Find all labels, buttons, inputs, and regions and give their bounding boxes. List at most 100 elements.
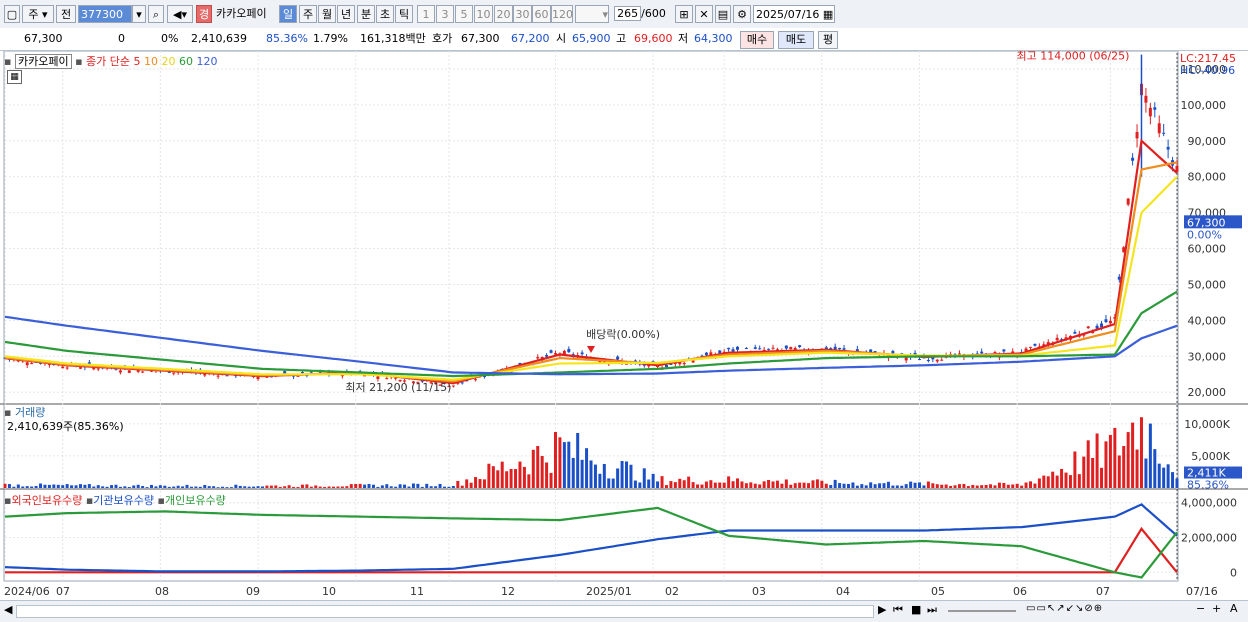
tool-icons[interactable]: ▭▭↖↗↙↘⊘⊕ bbox=[1026, 603, 1103, 614]
candle-body bbox=[891, 351, 895, 354]
legend-ma60[interactable]: 60 bbox=[179, 55, 193, 68]
volume-bar bbox=[642, 468, 646, 488]
volume-bar bbox=[407, 486, 411, 488]
save-icon[interactable]: ▤ bbox=[715, 5, 731, 23]
candle-body bbox=[736, 346, 739, 350]
interval-20[interactable]: 20 bbox=[494, 5, 513, 23]
volume-bar bbox=[709, 480, 713, 488]
quote-volume: 2,410,639 bbox=[191, 32, 247, 45]
scroll-track[interactable] bbox=[16, 605, 874, 618]
scroll-right-icon[interactable]: ▶ bbox=[878, 603, 886, 616]
buy-button[interactable]: 매수 bbox=[740, 31, 774, 49]
sell-button[interactable]: 매도 bbox=[778, 31, 814, 49]
draw-icon[interactable]: ✕ bbox=[695, 5, 713, 23]
forward-icon[interactable]: ⏭ bbox=[927, 603, 937, 617]
interval-dropdown-icon[interactable]: ▾ bbox=[575, 5, 609, 23]
x-tick-label: 07/16 bbox=[1186, 585, 1218, 598]
period-month[interactable]: 월 bbox=[318, 5, 336, 23]
interval-10[interactable]: 10 bbox=[474, 5, 493, 23]
code-dropdown-icon[interactable]: ▾ bbox=[132, 5, 146, 23]
volume-bar bbox=[629, 464, 633, 488]
date-input[interactable]: 2025/07/16 ▦ bbox=[753, 5, 835, 23]
candle-body bbox=[567, 348, 571, 353]
volume-bar bbox=[136, 484, 140, 488]
interval-30[interactable]: 30 bbox=[513, 5, 532, 23]
legend-ma10[interactable]: 10 bbox=[144, 55, 158, 68]
candle-body bbox=[980, 351, 984, 354]
zoom-in-icon[interactable]: + bbox=[1212, 602, 1221, 615]
volume-bar bbox=[398, 484, 402, 488]
volume-bar bbox=[345, 486, 349, 488]
zoom-slider[interactable] bbox=[948, 610, 1016, 612]
legend-ma-label[interactable]: 종가 단순 bbox=[86, 55, 130, 68]
interval-120[interactable]: 120 bbox=[551, 5, 573, 23]
volume-tag-pct: 85.36% bbox=[1187, 479, 1229, 492]
x-tick-label: 05 bbox=[931, 585, 945, 598]
candle-body bbox=[1055, 337, 1059, 341]
volume-bar bbox=[1020, 485, 1024, 488]
volume-bar bbox=[824, 483, 828, 488]
prev-button[interactable]: 전 bbox=[56, 5, 76, 23]
count-value: 265 bbox=[614, 6, 642, 21]
x-tick-label: 08 bbox=[155, 585, 169, 598]
volume-value: 2,410,639주(85.36%) bbox=[7, 420, 124, 433]
font-size-icon[interactable]: A bbox=[1230, 602, 1238, 615]
search-icon[interactable]: ⌕ bbox=[148, 5, 164, 23]
candle-body bbox=[1135, 132, 1139, 139]
period-tick[interactable]: 틱 bbox=[395, 5, 413, 23]
interval-60[interactable]: 60 bbox=[532, 5, 551, 23]
legend-individual[interactable]: 개인보유수량 bbox=[165, 494, 226, 507]
legend-stock[interactable]: 카카오페이 bbox=[14, 54, 72, 69]
period-minute[interactable]: 분 bbox=[357, 5, 375, 23]
volume-bar bbox=[1162, 467, 1166, 488]
volume-bar bbox=[593, 464, 597, 488]
period-day[interactable]: 일 bbox=[279, 5, 297, 23]
price-tick-label: 80,000 bbox=[1188, 171, 1227, 184]
volume-bar bbox=[349, 484, 353, 488]
volume-bar bbox=[83, 484, 87, 488]
volume-bar bbox=[229, 487, 233, 488]
rewind-icon[interactable]: ⏮ bbox=[893, 603, 903, 617]
volume-bar bbox=[704, 481, 708, 488]
price-tick-label: 30,000 bbox=[1188, 350, 1227, 363]
candle-body bbox=[1153, 107, 1157, 110]
volume-bar bbox=[820, 480, 824, 488]
stop-icon[interactable]: ■ bbox=[911, 603, 921, 616]
layout-icon[interactable]: ▢ bbox=[4, 5, 20, 23]
legend-ma120[interactable]: 120 bbox=[197, 55, 218, 68]
chart-canvas[interactable]: 110,000100,00090,00080,00070,00060,00050… bbox=[0, 51, 1248, 600]
volume-bar bbox=[176, 485, 180, 488]
volume-bar bbox=[260, 486, 264, 488]
extra-button[interactable]: 평 bbox=[818, 31, 838, 49]
legend-foreign[interactable]: 외국인보유수량 bbox=[11, 494, 82, 507]
volume-bar bbox=[198, 486, 202, 488]
zoom-out-icon[interactable]: − bbox=[1196, 602, 1205, 615]
volume-bar bbox=[1144, 458, 1148, 488]
legend-ma20[interactable]: 20 bbox=[162, 55, 176, 68]
legend-institution[interactable]: 기관보유수량 bbox=[93, 494, 154, 507]
candle-body bbox=[562, 350, 566, 355]
scroll-bar: ◀ ▶ ⏮ ■ ⏭ ▭▭↖↗↙↘⊘⊕ − + A bbox=[0, 600, 1248, 622]
period-week[interactable]: 주 bbox=[299, 5, 317, 23]
gear-icon[interactable]: ⚙ bbox=[733, 5, 751, 23]
warning-badge: 경 bbox=[196, 5, 212, 23]
sound-icon[interactable]: ◀▾ bbox=[167, 5, 193, 23]
indicator-icon[interactable]: ⊞ bbox=[675, 5, 693, 23]
volume-bar bbox=[1157, 463, 1161, 488]
candle-body bbox=[940, 359, 944, 361]
ask-label: 호가 bbox=[432, 32, 453, 45]
calendar-icon[interactable]: ▦ bbox=[823, 8, 833, 21]
code-input[interactable]: 377300 bbox=[78, 5, 132, 23]
interval-1[interactable]: 1 bbox=[417, 5, 435, 23]
market-select[interactable]: 주 ▾ bbox=[22, 5, 54, 23]
period-year[interactable]: 년 bbox=[337, 5, 355, 23]
legend-ma5[interactable]: 5 bbox=[134, 55, 141, 68]
interval-3[interactable]: 3 bbox=[436, 5, 454, 23]
volume-bar bbox=[767, 479, 771, 488]
volume-bar bbox=[589, 460, 593, 488]
interval-5[interactable]: 5 bbox=[455, 5, 473, 23]
volume-bar bbox=[283, 486, 287, 488]
period-second[interactable]: 초 bbox=[376, 5, 394, 23]
table-icon[interactable]: ▦ bbox=[7, 70, 22, 84]
scroll-left-icon[interactable]: ◀ bbox=[4, 603, 12, 616]
